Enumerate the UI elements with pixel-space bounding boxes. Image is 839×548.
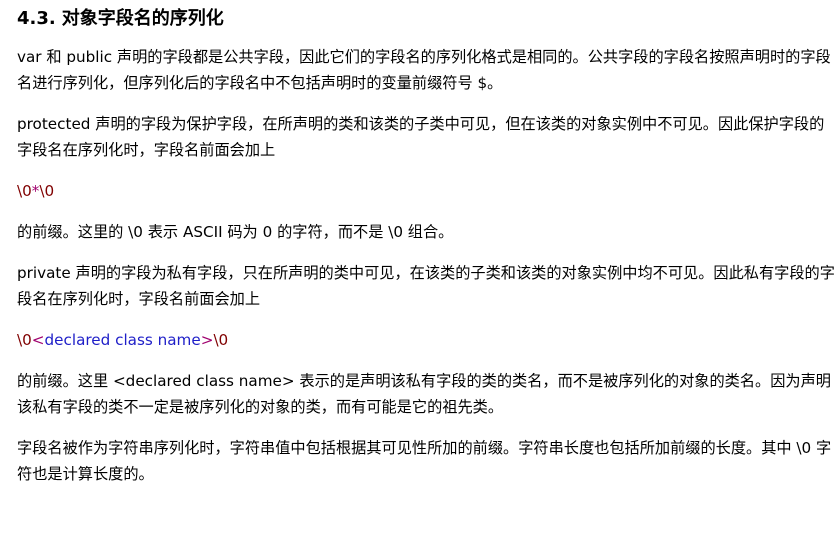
escape-null-2: \0 bbox=[213, 331, 229, 349]
code-protected-prefix: \0*\0 bbox=[17, 178, 835, 204]
declared-class-name: declared class name bbox=[44, 331, 201, 349]
escape-null-1: \0 bbox=[17, 331, 32, 349]
escape-null-1: \0 bbox=[17, 182, 32, 200]
section-title: 对象字段名的序列化 bbox=[61, 8, 224, 29]
paragraph-length-note: 字段名被作为字符串序列化时，字符串值中包括根据其可见性所加的前缀。字符串长度也包… bbox=[17, 439, 832, 483]
paragraph-public-fields: var 和 public 声明的字段都是公共字段，因此它们的字段名的序列化格式是… bbox=[17, 48, 831, 92]
paragraph-protected-fields: protected 声明的字段为保护字段，在所声明的类和该类的子类中可见，但在该… bbox=[17, 115, 825, 159]
paragraph-class-name-explanation: 的前缀。这里 <declared class name> 表示的是声明该私有字段… bbox=[17, 372, 831, 416]
less-than: < bbox=[31, 331, 45, 349]
section-heading: 4.3. 对象字段名的序列化 bbox=[17, 6, 835, 32]
escape-null-2: \0 bbox=[39, 182, 55, 200]
greater-than: > bbox=[200, 331, 214, 349]
document-page: 4.3. 对象字段名的序列化 var 和 public 声明的字段都是公共字段，… bbox=[0, 0, 839, 548]
section-number: 4.3. bbox=[17, 8, 56, 29]
paragraph-null-explanation: 的前缀。这里的 \0 表示 ASCII 码为 0 的字符，而不是 \0 组合。 bbox=[17, 223, 454, 241]
code-private-prefix: \0<declared class name>\0 bbox=[17, 327, 835, 353]
paragraph-private-fields: private 声明的字段为私有字段，只在所声明的类中可见，在该类的子类和该类的… bbox=[17, 264, 835, 308]
